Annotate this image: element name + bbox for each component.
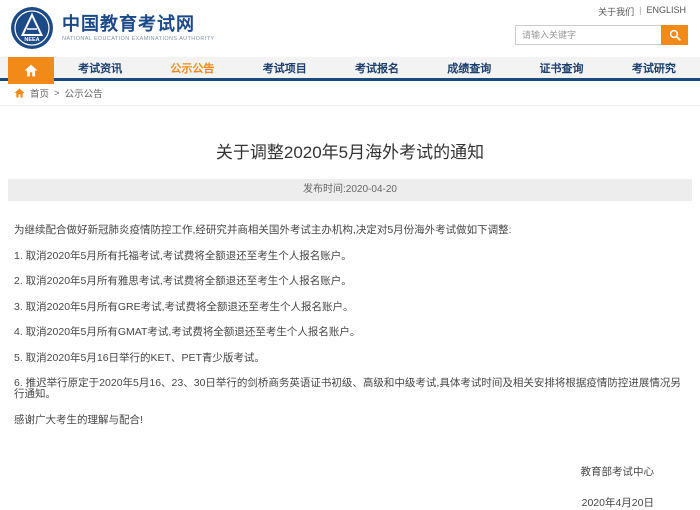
article-item-1: 1. 取消2020年5月所有托福考试,考试费将全额退还至考生个人报名账户。 <box>14 251 684 262</box>
site-subtitle: NATIONAL EDUCATION EXAMINATIONS AUTHORIT… <box>62 36 215 42</box>
article-body: 为继续配合做好新冠肺炎疫情防控工作,经研究并商相关国外考试主办机构,决定对5月份… <box>0 201 700 510</box>
signature-org: 教育部考试中心 <box>14 464 654 479</box>
magnifier-icon <box>669 29 681 41</box>
nav-item-exam-research[interactable]: 考试研究 <box>608 57 700 78</box>
svg-text:NEEA: NEEA <box>24 37 39 43</box>
main-nav: 考试资讯 公示公告 考试项目 考试报名 成绩查询 证书查询 考试研究 <box>0 57 700 81</box>
article-item-3: 3. 取消2020年5月所有GRE考试,考试费将全额退还至考生个人报名账户。 <box>14 302 684 313</box>
site-header: NEEA 中国教育考试网 NATIONAL EDUCATION EXAMINAT… <box>0 0 700 57</box>
article-thanks: 感谢广大考生的理解与配合! <box>14 415 684 426</box>
neea-emblem-icon: NEEA <box>10 6 54 50</box>
search-bar <box>515 25 688 45</box>
search-button[interactable] <box>661 25 688 45</box>
breadcrumb-home-icon <box>14 88 25 98</box>
home-icon <box>24 64 38 77</box>
top-links: 关于我们 | ENGLISH <box>598 5 686 18</box>
nav-item-exam-news[interactable]: 考试资讯 <box>54 57 146 78</box>
article-item-6: 6. 推迟举行原定于2020年5月16、23、30日举行的剑桥商务英语证书初级、… <box>14 378 684 400</box>
search-input[interactable] <box>515 25 661 45</box>
article-item-5: 5. 取消2020年5月16日举行的KET、PET青少版考试。 <box>14 353 684 364</box>
breadcrumb: 首页 > 公示公告 <box>0 81 700 106</box>
nav-item-certificate-inquiry[interactable]: 证书查询 <box>515 57 607 78</box>
about-us-link[interactable]: 关于我们 <box>598 5 634 18</box>
nav-home-button[interactable] <box>8 57 54 84</box>
breadcrumb-home[interactable]: 首页 <box>30 86 49 100</box>
article-item-4: 4. 取消2020年5月所有GMAT考试,考试费将全额退还至考生个人报名账户。 <box>14 327 684 338</box>
nav-item-exam-programs[interactable]: 考试项目 <box>239 57 331 78</box>
breadcrumb-current[interactable]: 公示公告 <box>65 86 103 100</box>
english-link[interactable]: ENGLISH <box>646 5 686 18</box>
site-title-block: 中国教育考试网 NATIONAL EDUCATION EXAMINATIONS … <box>62 14 215 42</box>
publish-time-bar: 发布时间:2020-04-20 <box>8 179 692 201</box>
site-logo[interactable]: NEEA 中国教育考试网 NATIONAL EDUCATION EXAMINAT… <box>10 6 215 50</box>
breadcrumb-separator: > <box>54 88 60 99</box>
signature-date: 2020年4月20日 <box>14 495 654 510</box>
article-item-2: 2. 取消2020年5月所有雅思考试,考试费将全额退还至考生个人报名账户。 <box>14 276 684 287</box>
nav-item-exam-registration[interactable]: 考试报名 <box>331 57 423 78</box>
nav-item-score-inquiry[interactable]: 成绩查询 <box>423 57 515 78</box>
signature-block: 教育部考试中心 2020年4月20日 <box>14 464 684 510</box>
nav-item-public-notices[interactable]: 公示公告 <box>146 57 238 78</box>
article-intro: 为继续配合做好新冠肺炎疫情防控工作,经研究并商相关国外考试主办机构,决定对5月份… <box>14 225 684 236</box>
page-title: 关于调整2020年5月海外考试的通知 <box>0 138 700 163</box>
site-name: 中国教育考试网 <box>62 14 215 34</box>
top-links-divider: | <box>639 5 641 18</box>
